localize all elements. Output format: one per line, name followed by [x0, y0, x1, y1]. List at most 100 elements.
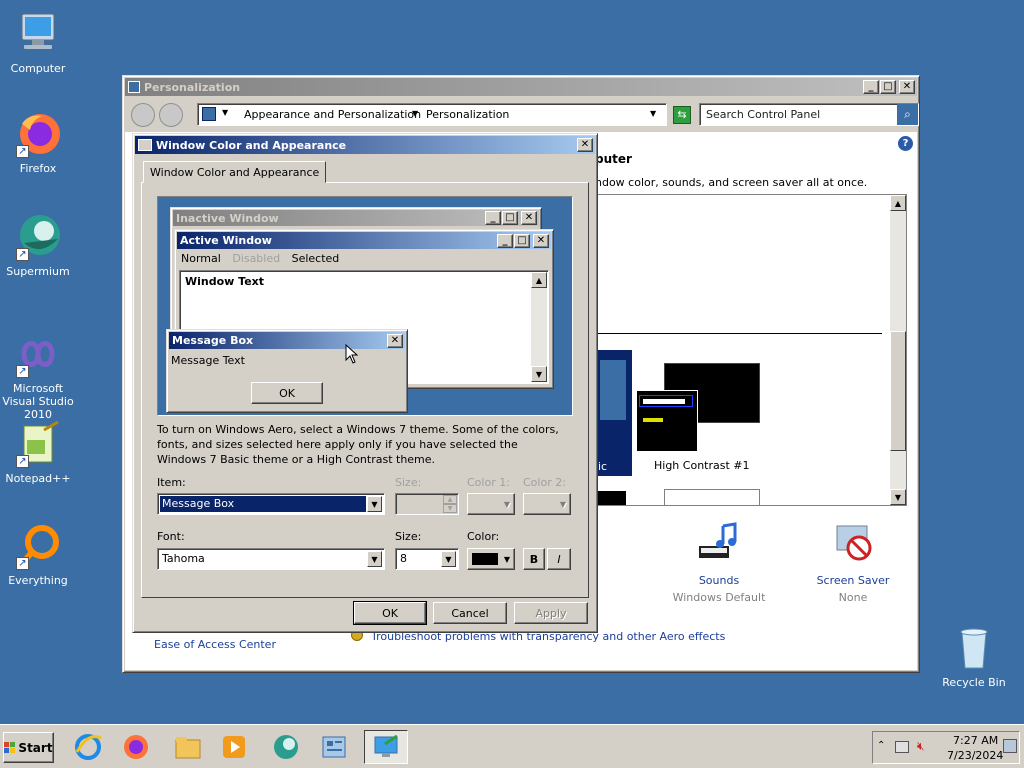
taskbar-ie-icon[interactable] — [70, 730, 106, 764]
font-select-value: Tahoma — [162, 552, 205, 565]
scroll-thumb[interactable] — [890, 331, 906, 451]
clock-time[interactable]: 7:27 AM — [953, 734, 998, 747]
scroll-up-icon: ▲ — [531, 272, 547, 288]
minimize-button[interactable]: _ — [863, 80, 879, 94]
spinner-up-icon: ▲ — [443, 495, 457, 504]
taskbar-supermium-icon[interactable] — [268, 730, 304, 764]
dialog-titlebar[interactable]: Window Color and Appearance ✕ — [135, 136, 595, 154]
show-desktop-icon[interactable] — [1003, 739, 1017, 753]
theme-next-row-thumb — [596, 491, 626, 505]
chevron-down-icon[interactable]: ▼ — [367, 551, 382, 567]
desktop-icon-visual-studio[interactable]: ↗ Microsoft Visual Studio 2010 — [0, 330, 76, 421]
tab-window-color[interactable]: Window Color and Appearance — [143, 161, 327, 183]
scroll-up-button[interactable]: ▲ — [890, 195, 906, 211]
spinner-down-icon: ▼ — [443, 504, 457, 513]
desktop-icon-label: Notepad++ — [5, 472, 71, 485]
visual-studio-icon: ↗ — [14, 330, 62, 378]
chevron-down-icon: ▼ — [503, 499, 510, 509]
preview-menu-normal: Normal — [181, 252, 221, 265]
taskbar-firefox-icon[interactable] — [118, 730, 154, 764]
show-hidden-icons-icon[interactable]: ⌃ — [877, 740, 885, 751]
sounds-value: Windows Default — [672, 591, 766, 604]
desktop-icon-computer[interactable]: Computer — [0, 10, 76, 75]
font-select[interactable]: Tahoma ▼ — [157, 548, 385, 570]
taskbar-media-player-icon[interactable] — [216, 730, 252, 764]
desktop-icon-supermium[interactable]: ↗ Supermium — [0, 213, 76, 278]
ease-of-access-link[interactable]: Ease of Access Center — [154, 638, 276, 651]
volume-muted-icon[interactable]: 🔇︎ — [917, 739, 925, 754]
desktop-icon-label: Supermium — [6, 265, 70, 278]
italic-button[interactable]: I — [547, 548, 571, 570]
shortcut-arrow-icon: ↗ — [16, 455, 29, 468]
start-label: Start — [18, 740, 53, 755]
start-button[interactable]: Start — [3, 732, 54, 763]
item-select[interactable]: Message Box ▼ — [157, 493, 385, 515]
theme-group-divider — [596, 333, 882, 334]
breadcrumb-chevron-icon[interactable]: ▼ — [412, 109, 418, 118]
theme-high-contrast-label: High Contrast #1 — [654, 459, 750, 472]
maximize-icon: □ — [514, 233, 530, 248]
preview-msgbox-ok: OK — [251, 382, 323, 404]
item-select-value: Message Box — [159, 495, 367, 513]
breadcrumb-item-appearance[interactable]: Appearance and Personalization — [244, 108, 421, 121]
item-size-spinner: ▲ ▼ — [395, 493, 459, 515]
appearance-preview[interactable]: Inactive Window _ □ ✕ Active Window _ □ … — [157, 196, 573, 416]
taskbar-control-panel-icon[interactable] — [316, 730, 352, 764]
close-icon: ✕ — [533, 233, 549, 248]
scroll-down-button[interactable]: ▼ — [890, 489, 906, 505]
network-icon[interactable] — [895, 741, 909, 753]
font-size-select[interactable]: 8 ▼ — [395, 548, 459, 570]
address-row: ▼ Appearance and Personalization ▼ Perso… — [125, 98, 919, 132]
personalization-titlebar[interactable]: Personalization _ □ ✕ — [125, 78, 917, 96]
sounds-label: Sounds — [698, 574, 740, 587]
theme-classic-thumbnail[interactable] — [596, 350, 632, 476]
forward-button[interactable] — [159, 103, 183, 127]
screensaver-item[interactable]: Screen Saver None — [795, 522, 911, 604]
desktop-icon-everything[interactable]: ↗ Everything — [0, 522, 76, 587]
screensaver-label: Screen Saver — [816, 574, 890, 587]
shortcut-arrow-icon: ↗ — [16, 365, 29, 378]
item-size-label: Size: — [395, 476, 422, 489]
taskbar-explorer-icon[interactable] — [170, 730, 206, 764]
dialog-close-button[interactable]: ✕ — [577, 138, 593, 152]
recycle-bin-icon — [950, 624, 998, 672]
taskbar-personalization-icon[interactable] — [364, 730, 408, 764]
desktop-icon-recycle-bin[interactable]: Recycle Bin — [936, 624, 1012, 689]
ok-button[interactable]: OK — [353, 601, 427, 625]
clock-date[interactable]: 7/23/2024 — [947, 749, 1003, 762]
desktop-icon-notepadpp[interactable]: ↗ Notepad++ — [0, 420, 76, 485]
chevron-down-icon[interactable]: ▼ — [441, 551, 456, 567]
close-icon: ✕ — [521, 211, 537, 225]
breadcrumb-item-personalization[interactable]: Personalization — [426, 108, 509, 121]
bold-button[interactable]: B — [523, 548, 545, 570]
preview-scrollbar: ▲ ▼ — [531, 272, 547, 382]
close-button[interactable]: ✕ — [899, 80, 915, 94]
system-tray: ⌃ 🔇︎ 7:27 AM 7/23/2024 — [872, 731, 1020, 764]
theme-high-contrast-thumbnail[interactable] — [636, 363, 762, 452]
maximize-button[interactable]: □ — [880, 80, 896, 94]
help-icon[interactable]: ? — [898, 136, 913, 151]
breadcrumb-chevron-icon[interactable]: ▼ — [222, 108, 228, 117]
cancel-button[interactable]: Cancel — [433, 602, 507, 624]
minimize-icon: _ — [497, 233, 513, 248]
preview-msgbox-titlebar: Message Box ✕ — [169, 332, 405, 349]
preview-window-text: Window Text — [185, 275, 265, 288]
chevron-down-icon[interactable]: ▼ — [367, 496, 382, 512]
font-color-button[interactable]: ▼ — [467, 548, 515, 570]
theme-list-scrollbar[interactable]: ▲ ▼ — [890, 195, 906, 505]
font-size-label: Size: — [395, 530, 422, 543]
sounds-item[interactable]: Sounds Windows Default — [661, 522, 777, 604]
back-button[interactable] — [131, 103, 155, 127]
address-dropdown-icon[interactable]: ▼ — [650, 109, 656, 118]
color1-button: ▼ — [467, 493, 515, 515]
address-bar[interactable]: ▼ Appearance and Personalization ▼ Perso… — [197, 103, 667, 126]
refresh-icon[interactable]: ⇆ — [673, 106, 691, 124]
desktop-icon-firefox[interactable]: ↗ Firefox — [0, 110, 76, 175]
control-panel-icon — [202, 107, 216, 121]
search-icon[interactable]: ⌕ — [897, 104, 918, 125]
search-input[interactable]: Search Control Panel ⌕ — [699, 103, 919, 126]
chevron-down-icon: ▼ — [503, 554, 510, 564]
screensaver-icon — [829, 522, 877, 566]
scroll-down-icon: ▼ — [531, 366, 547, 382]
everything-icon: ↗ — [14, 522, 62, 570]
